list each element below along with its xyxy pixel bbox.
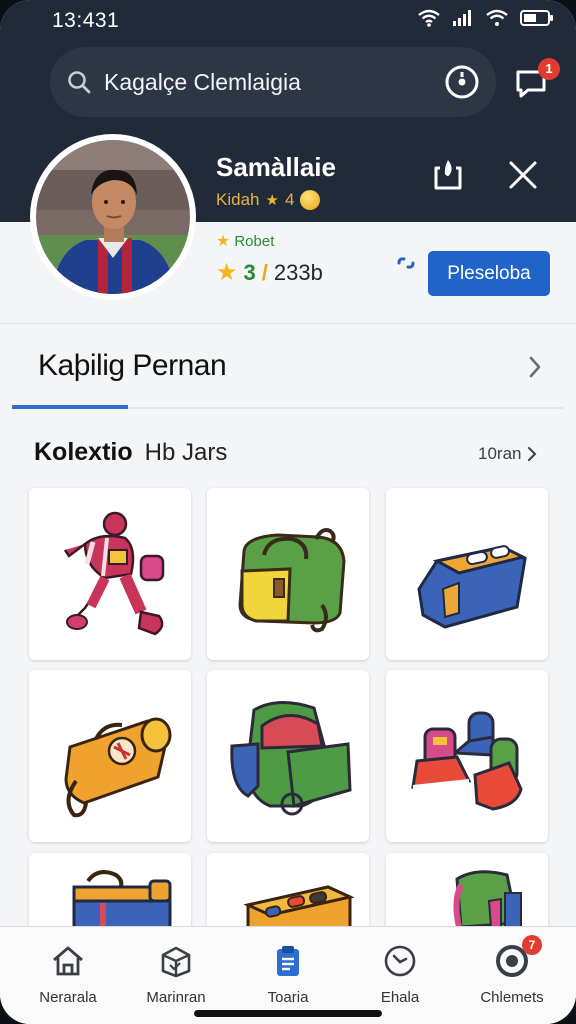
avatar[interactable] xyxy=(30,134,196,300)
item-card-football-player[interactable] xyxy=(29,488,191,660)
duffel-bag-icon xyxy=(238,528,346,633)
item-card-pink-backpack[interactable] xyxy=(386,853,548,933)
chevron-right-icon[interactable] xyxy=(526,354,544,380)
search-input[interactable]: Kagalçe Clemlaigia xyxy=(104,69,301,96)
clock-icon xyxy=(384,945,416,977)
nav-label-clock: Ehala xyxy=(380,989,420,1006)
item-card-cooler-bag[interactable] xyxy=(29,853,191,933)
item-card-duffel-bag[interactable] xyxy=(207,488,369,660)
nav-label-target: Chlemets xyxy=(480,989,544,1006)
item-card-travel-bag[interactable] xyxy=(29,670,191,842)
nav-item-clock[interactable]: Ehala xyxy=(350,941,450,1006)
section-title[interactable]: Kaþilig Pernan xyxy=(38,349,227,383)
voice-search-icon[interactable] xyxy=(444,64,480,100)
stats-line: ★ 3 / 233b xyxy=(216,258,323,287)
item-card-toolbox[interactable] xyxy=(207,853,369,933)
collection-title-bold: Kolextio xyxy=(34,438,133,466)
rank-line: ★ Robet xyxy=(216,231,274,251)
tab-track xyxy=(128,407,564,409)
nav-item-target[interactable]: 7 Chlemets xyxy=(462,935,562,1006)
nav-item-clipboard[interactable]: Toaria xyxy=(238,941,338,1006)
profile-name: Samàllaie xyxy=(216,152,336,182)
travel-bag-icon xyxy=(64,717,172,818)
signal-icon xyxy=(453,10,471,26)
search-bar[interactable]: Kagalçe Clemlaigia xyxy=(50,47,496,117)
nav-label-home: Nerarala xyxy=(39,989,97,1006)
profile-subtitle-label: Kidah xyxy=(216,190,260,209)
chevron-right-small-icon xyxy=(528,447,537,461)
pink-backpack-icon xyxy=(453,870,522,929)
profile-subtitle: Kidah ★ 4 xyxy=(216,190,321,210)
nav-badge: 7 xyxy=(522,935,542,955)
link-icon[interactable] xyxy=(396,256,416,270)
package-icon xyxy=(161,946,191,978)
status-time: 13:431 xyxy=(52,9,120,32)
see-all-link[interactable]: 10ran xyxy=(478,444,537,464)
coin-icon xyxy=(300,190,321,210)
primary-action-button[interactable]: Pleseloba xyxy=(428,251,550,296)
stats-separator-icon: / xyxy=(261,259,268,285)
home-icon xyxy=(53,946,83,976)
football-player-icon xyxy=(63,511,165,636)
stats-value: 233b xyxy=(273,259,323,285)
toolbox-icon xyxy=(243,885,355,933)
nav-label-package: Marinran xyxy=(146,989,206,1006)
item-card-sneakers[interactable] xyxy=(386,670,548,842)
item-card-gym-bag[interactable] xyxy=(386,488,548,660)
avatar-photo xyxy=(36,140,190,294)
tab-indicator xyxy=(12,405,128,409)
search-icon xyxy=(68,71,91,94)
status-icons xyxy=(418,9,554,27)
see-all-label: 10ran xyxy=(478,444,522,463)
home-indicator[interactable] xyxy=(194,1010,382,1017)
stats-star-icon: ★ xyxy=(216,259,238,286)
cooler-bag-icon xyxy=(72,870,172,933)
chat-badge: 1 xyxy=(538,58,560,80)
profile-subtitle-value: 4 xyxy=(284,190,295,209)
stats-count: 3 xyxy=(243,259,256,285)
share-icon[interactable] xyxy=(430,154,466,194)
star-icon: ★ xyxy=(265,192,279,209)
battery-icon xyxy=(520,10,553,26)
collection-title-regular: Hb Jars xyxy=(144,439,228,466)
wifi-icon-2 xyxy=(486,9,508,26)
status-bar: 13:431 xyxy=(0,0,576,40)
rank-label: Robet xyxy=(234,232,275,250)
nav-item-package[interactable]: Marinran xyxy=(126,941,226,1006)
item-card-backpack[interactable] xyxy=(207,670,369,842)
wifi-icon xyxy=(418,9,440,27)
nav-item-home[interactable]: Nerarala xyxy=(18,941,118,1006)
nav-label-clipboard: Toaria xyxy=(267,989,309,1006)
collection-title: Kolextio Hb Jars xyxy=(34,438,227,467)
backpack-icon xyxy=(230,701,352,816)
rank-star-icon: ★ xyxy=(216,233,231,250)
close-icon[interactable] xyxy=(506,158,540,192)
clipboard-icon xyxy=(277,946,299,976)
divider xyxy=(0,323,576,324)
gym-bag-icon xyxy=(417,545,528,629)
app-screen: 13:431 Kagalçe Clemlaigia 1 Samàllaie Ki… xyxy=(0,0,576,1024)
sneakers-icon xyxy=(411,711,523,811)
